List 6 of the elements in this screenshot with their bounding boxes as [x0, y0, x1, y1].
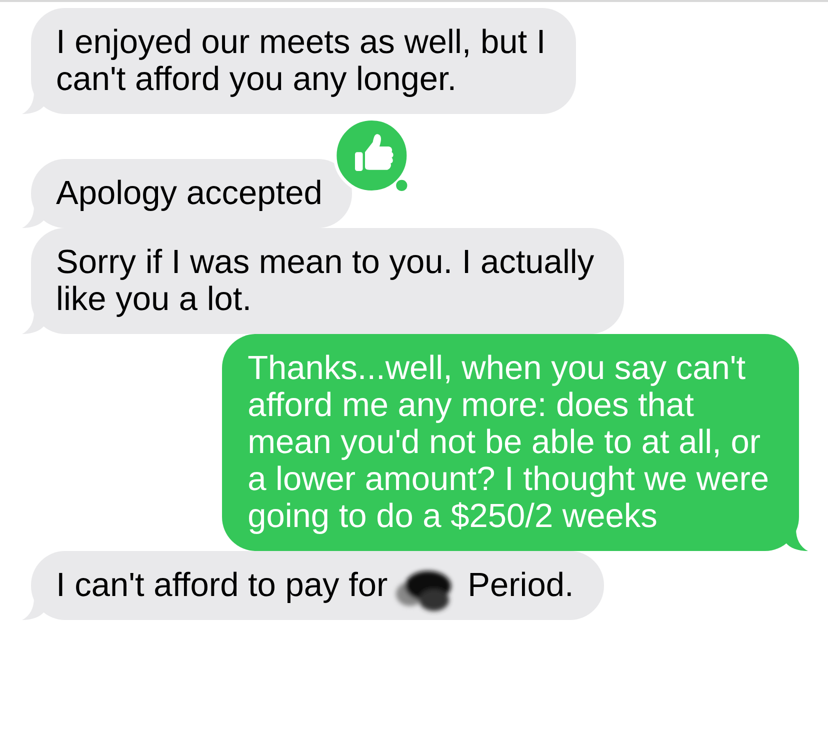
message-text: Period. — [468, 567, 574, 604]
message-text: I enjoyed our meets as well, but I can't afford you any longer. — [56, 24, 546, 98]
message-text: Apology accepted — [56, 175, 322, 212]
message-text: Sorry if I was mean to you. I actually like you a lot. — [56, 244, 594, 318]
message-text: I can't afford to pay for — [56, 567, 388, 604]
message-text: Thanks...well, when you say can't afford me any more: does that mean you'd not be able to at all, or a lower amount? I thought we were going to do a $250/2 weeks — [248, 350, 769, 535]
